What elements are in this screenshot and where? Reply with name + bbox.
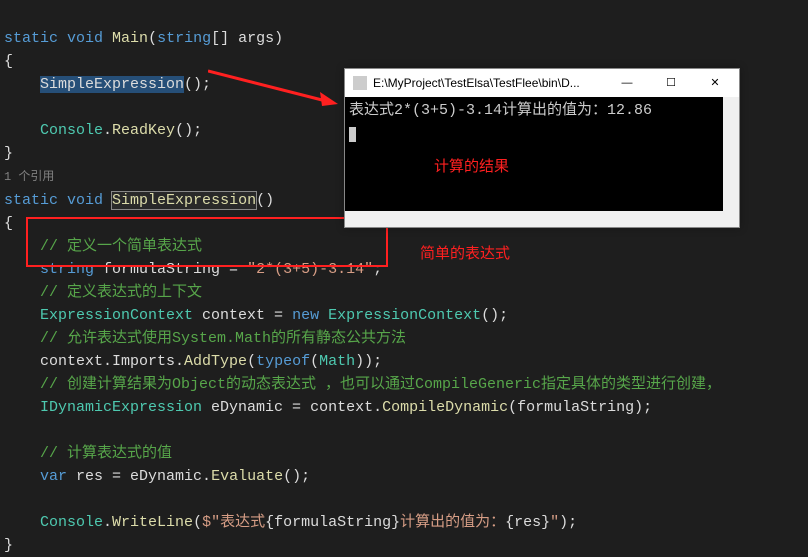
close-button[interactable]: ✕ xyxy=(693,69,737,97)
scrollbar-corner xyxy=(723,211,739,227)
maximize-button[interactable]: ☐ xyxy=(649,69,693,97)
app-icon xyxy=(353,76,367,90)
method-simpleexpression: SimpleExpression xyxy=(112,192,256,209)
console-window: E:\MyProject\TestElsa\TestFlee\bin\D... … xyxy=(344,68,740,228)
minimize-button[interactable]: — xyxy=(605,69,649,97)
reference-count: 1 个引用 xyxy=(4,170,54,184)
call-simpleexpression: SimpleExpression xyxy=(40,76,184,93)
scrollbar-vertical[interactable] xyxy=(723,97,739,211)
text-cursor xyxy=(349,127,356,142)
title-bar[interactable]: E:\MyProject\TestElsa\TestFlee\bin\D... … xyxy=(345,69,739,97)
window-title: E:\MyProject\TestElsa\TestFlee\bin\D... xyxy=(373,72,605,95)
output-line: 表达式2*(3+5)-3.14计算出的值为：12.86 xyxy=(349,99,735,122)
console-output[interactable]: 表达式2*(3+5)-3.14计算出的值为：12.86 xyxy=(345,97,739,227)
scrollbar-horizontal[interactable] xyxy=(345,211,723,227)
